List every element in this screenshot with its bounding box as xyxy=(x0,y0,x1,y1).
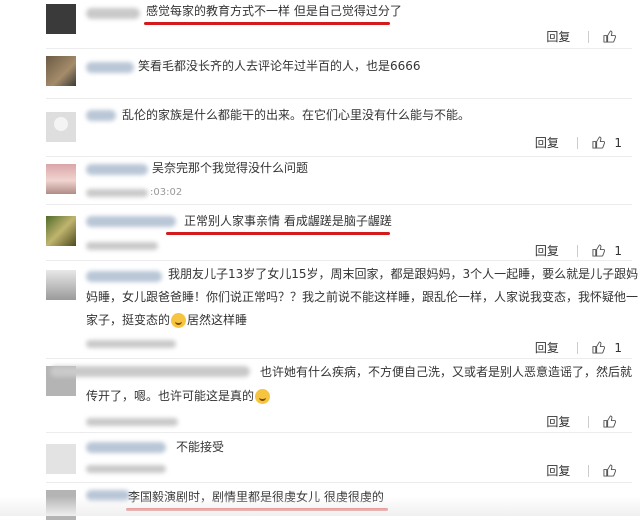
thumbs-up-icon[interactable] xyxy=(603,464,616,477)
comment-item: 正常别人家事亲情 看成龌蹉是脑子龌蹉 回复 1 xyxy=(0,206,640,260)
comment-text-part: 家子，挺变态的 xyxy=(86,313,171,327)
comment-text: 不能接受 xyxy=(176,440,225,454)
comment-actions: 回复 xyxy=(546,413,622,431)
divider xyxy=(588,415,590,428)
bottom-fade xyxy=(0,496,640,516)
timestamp-blurred xyxy=(86,189,148,197)
separator xyxy=(46,98,632,99)
avatar[interactable] xyxy=(46,4,76,34)
username-blurred[interactable] xyxy=(86,110,116,121)
thumbs-up-icon[interactable] xyxy=(591,341,605,354)
highlight-underline xyxy=(166,232,390,235)
comment-actions: 回复 xyxy=(546,28,622,46)
timestamp-blurred xyxy=(86,242,158,250)
reply-button[interactable]: 回复 xyxy=(535,242,559,259)
avatar[interactable] xyxy=(46,444,76,474)
reply-button[interactable]: 回复 xyxy=(546,28,570,45)
username-blurred[interactable] xyxy=(86,164,148,175)
divider xyxy=(588,464,590,477)
comment-text-line-2: 传开了，嗯。也许可能这是真的 xyxy=(86,386,271,406)
divider xyxy=(576,244,578,257)
avatar[interactable] xyxy=(46,164,76,194)
divider xyxy=(576,136,578,149)
username-blurred[interactable] xyxy=(50,366,250,377)
username-blurred[interactable] xyxy=(86,62,134,73)
comment-text-line-1: 也许她有什么疾病，不方便自己洗，又或者是别人恶意造谣了，然后就 xyxy=(260,365,633,379)
reply-button[interactable]: 回复 xyxy=(535,134,559,151)
thumbs-up-icon[interactable] xyxy=(591,136,605,149)
reply-button[interactable]: 回复 xyxy=(546,462,570,479)
avatar[interactable] xyxy=(46,112,76,142)
like-count: 1 xyxy=(614,340,622,355)
avatar[interactable] xyxy=(46,216,76,246)
comment-actions: 回复 1 xyxy=(535,339,622,357)
comment-item: 我朋友儿子13岁了女儿15岁，周末回家，都是跟妈妈，3个人一起睡，要么就是儿子跟… xyxy=(0,262,640,358)
highlight-underline xyxy=(144,22,390,25)
comment-actions: 回复 xyxy=(546,462,622,480)
like-count: 1 xyxy=(614,135,622,150)
separator xyxy=(46,260,632,261)
comment-text-line-2: 妈睡，女儿跟爸爸睡！你们说正常吗？？我之前说不能这样睡，跟乱伦一样，人家说我变态… xyxy=(86,290,639,304)
comment-item: 笑看毛都没长齐的人去评论年过半百的人，也是6666 xyxy=(0,50,640,100)
timestamp-blurred xyxy=(86,465,166,473)
timestamp-blurred xyxy=(86,418,178,426)
comment-text-line-1: 我朋友儿子13岁了女儿15岁，周末回家，都是跟妈妈，3个人一起睡，要么就是儿子跟… xyxy=(168,267,639,281)
comment-actions: 回复 1 xyxy=(535,134,622,152)
separator xyxy=(46,482,632,483)
comment-text: 笑看毛都没长齐的人去评论年过半百的人，也是6666 xyxy=(138,59,421,73)
comment-item: 感觉每家的教育方式不一样 但是自己觉得过分了 回复 xyxy=(0,0,640,48)
comment-text: 乱伦的家族是什么都能干的出来。在它们心里没有什么能与不能。 xyxy=(122,108,471,122)
separator xyxy=(46,204,632,205)
reply-button[interactable]: 回复 xyxy=(535,339,559,356)
timestamp-blurred xyxy=(86,340,176,348)
thumbs-up-icon[interactable] xyxy=(591,244,605,257)
divider xyxy=(576,341,578,354)
separator xyxy=(46,432,632,433)
username-blurred[interactable] xyxy=(86,8,140,19)
comment-text: 感觉每家的教育方式不一样 但是自己觉得过分了 xyxy=(146,4,402,18)
comment-text-part: 居然这样睡 xyxy=(187,313,248,327)
reply-button[interactable]: 回复 xyxy=(546,413,570,430)
laughing-emoji-icon xyxy=(255,389,271,404)
comment-text: 正常别人家事亲情 看成龌蹉是脑子龌蹉 xyxy=(184,214,392,228)
comment-item: 乱伦的家族是什么都能干的出来。在它们心里没有什么能与不能。 回复 1 xyxy=(0,100,640,158)
divider xyxy=(588,30,590,43)
separator xyxy=(46,358,632,359)
username-blurred[interactable] xyxy=(86,271,162,282)
comment-text-line-3: 家子，挺变态的 居然这样睡 xyxy=(86,310,247,330)
comment-item: 也许她有什么疾病，不方便自己洗，又或者是别人恶意造谣了，然后就 传开了，嗯。也许… xyxy=(0,360,640,432)
comment-text-part: 传开了，嗯。也许可能这是真的 xyxy=(86,389,255,403)
username-blurred[interactable] xyxy=(86,442,166,453)
like-count: 1 xyxy=(614,243,622,258)
comment-text: 吴奈完那个我觉得没什么问题 xyxy=(152,161,309,175)
comment-item: 不能接受 回复 xyxy=(0,434,640,482)
avatar[interactable] xyxy=(46,270,76,300)
thumbs-up-icon[interactable] xyxy=(603,415,616,428)
username-blurred[interactable] xyxy=(86,216,176,227)
comment-item: 吴奈完那个我觉得没什么问题 :03:02 xyxy=(0,158,640,204)
separator xyxy=(46,156,632,157)
laughing-emoji-icon xyxy=(171,313,187,328)
timestamp: :03:02 xyxy=(150,187,183,198)
thumbs-up-icon[interactable] xyxy=(603,30,616,43)
avatar[interactable] xyxy=(46,56,76,86)
separator xyxy=(46,48,632,49)
comment-actions: 回复 1 xyxy=(535,242,622,260)
